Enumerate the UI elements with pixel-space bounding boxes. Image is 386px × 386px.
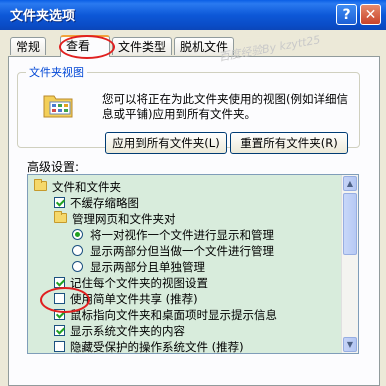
help-button[interactable]: ? bbox=[336, 4, 357, 25]
window-title: 文件夹选项 bbox=[10, 9, 76, 24]
option-label: 显示两部分但当做一个文件进行管理 bbox=[90, 244, 274, 258]
vertical-scrollbar[interactable]: ▲ ▼ bbox=[341, 175, 358, 353]
checkbox-checked[interactable] bbox=[54, 325, 65, 336]
advanced-settings-list[interactable]: 文件和文件夹 不缓存缩略图 管理网页和文件夹对 将一对视作一个文件进行显示和管理… bbox=[27, 174, 359, 354]
checkbox-unchecked[interactable] bbox=[54, 341, 65, 352]
checkbox-checked[interactable] bbox=[54, 309, 65, 320]
scroll-up-icon[interactable]: ▲ bbox=[343, 176, 357, 191]
reset-all-folders-button[interactable]: 重置所有文件夹(R) bbox=[230, 132, 348, 154]
scroll-down-icon[interactable]: ▼ bbox=[343, 337, 357, 352]
radio-selected[interactable] bbox=[72, 229, 83, 240]
tab-view[interactable]: 查看 bbox=[60, 35, 110, 57]
folder-views-group: 文件夹视图 您可以将正在为此文件夹使用的视图(例如详细信息或平铺)应用到所有文件… bbox=[17, 64, 360, 154]
checkbox-checked[interactable] bbox=[54, 277, 65, 288]
option-label: 使用简单文件共享 (推荐) bbox=[70, 292, 198, 306]
option-label: 显示两部分且单独管理 bbox=[90, 260, 205, 274]
close-button[interactable]: ✕ bbox=[360, 4, 381, 25]
title-bar: 文件夹选项 ? ✕ bbox=[0, 0, 386, 30]
radio-unselected[interactable] bbox=[72, 245, 83, 256]
tab-strip: 常规 查看 文件类型 脱机文件 bbox=[8, 35, 378, 57]
option-label: 显示系统文件夹的内容 bbox=[70, 324, 185, 338]
folder-views-description: 您可以将正在为此文件夹使用的视图(例如详细信息或平铺)应用到所有文件夹。 bbox=[102, 92, 348, 121]
checkbox-checked[interactable] bbox=[54, 197, 65, 208]
option-label: 不缓存缩略图 bbox=[70, 196, 139, 210]
tab-file-types[interactable]: 文件类型 bbox=[112, 37, 173, 55]
folder-view-icon bbox=[42, 90, 74, 118]
option-label: 将一对视作一个文件进行显示和管理 bbox=[90, 228, 274, 242]
tree-row-label: 文件和文件夹 bbox=[52, 180, 121, 194]
tree-row-label: 管理网页和文件夹对 bbox=[72, 212, 176, 226]
tab-general[interactable]: 常规 bbox=[10, 37, 47, 55]
folder-views-legend: 文件夹视图 bbox=[29, 66, 84, 79]
apply-to-all-folders-button[interactable]: 应用到所有文件夹(L) bbox=[105, 132, 227, 154]
option-label: 鼠标指向文件夹和桌面项时显示提示信息 bbox=[70, 308, 277, 322]
folder-icon bbox=[54, 211, 67, 223]
advanced-settings-label: 高级设置: bbox=[27, 160, 80, 174]
radio-unselected[interactable] bbox=[72, 261, 83, 272]
scroll-thumb[interactable] bbox=[343, 193, 357, 255]
folder-icon bbox=[34, 179, 47, 191]
checkbox-unchecked[interactable] bbox=[54, 293, 65, 304]
option-label: 隐藏受保护的操作系统文件 (推荐) bbox=[70, 340, 244, 354]
option-label: 记住每个文件夹的视图设置 bbox=[70, 276, 208, 290]
